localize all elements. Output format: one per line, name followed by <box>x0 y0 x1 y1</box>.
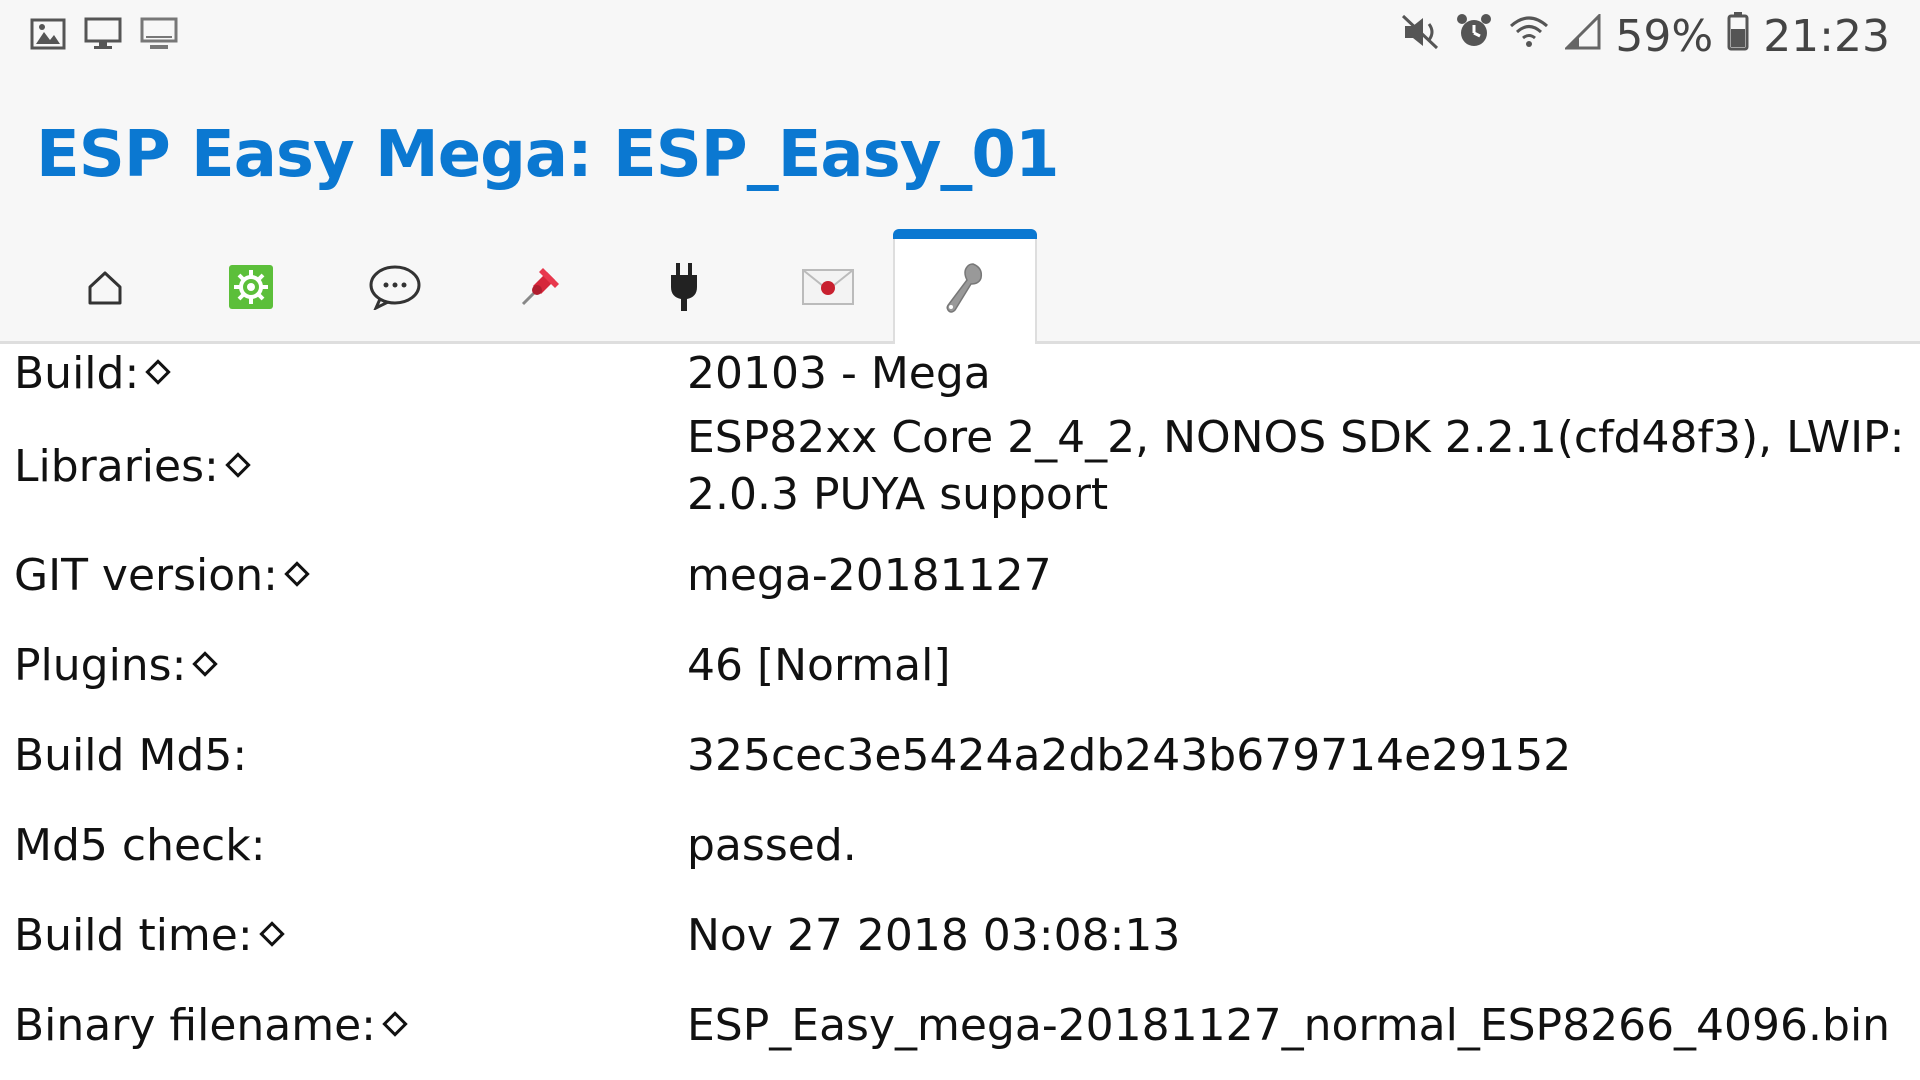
info-label: Md5 check: <box>14 819 266 871</box>
diamond-icon <box>284 560 310 587</box>
monitor-icon <box>84 17 122 56</box>
info-value: 325cec3e5424a2db243b679714e29152 <box>687 729 1572 781</box>
config-gear-icon <box>228 264 274 315</box>
image-icon <box>30 18 66 55</box>
tab-config[interactable] <box>181 237 321 341</box>
info-label: Libraries: <box>14 441 687 492</box>
info-value: ESP_Easy_mega-20181127_normal_ESP8266_40… <box>687 999 1891 1051</box>
home-icon <box>86 268 124 311</box>
diamond-icon <box>192 650 219 677</box>
battery-percent: 59% <box>1615 10 1714 62</box>
info-value: Nov 27 2018 03:08:13 <box>687 909 1181 961</box>
diamond-icon <box>258 920 285 947</box>
desktop-icon <box>140 17 178 56</box>
wifi-icon <box>1507 11 1551 61</box>
alarm-icon <box>1455 11 1493 61</box>
envelope-icon <box>801 268 855 311</box>
diamond-icon <box>145 358 172 385</box>
wrench-icon <box>945 262 985 319</box>
info-row-libraries: Libraries: ESP82xx Core 2_4_2, NONOS SDK… <box>14 402 1920 530</box>
info-row-binary-filename: Binary filename: ESP_Easy_mega-20181127_… <box>14 980 1920 1070</box>
info-label: Binary filename: <box>14 1000 687 1051</box>
status-bar-left <box>30 17 178 56</box>
tab-devices[interactable] <box>614 237 754 341</box>
info-value: passed. <box>687 819 857 871</box>
info-label: Plugins: <box>14 640 687 691</box>
diamond-icon <box>382 1010 408 1037</box>
plug-icon <box>667 261 701 318</box>
info-row-plugins: Plugins: 46 [Normal] <box>14 620 1920 710</box>
status-bar: 59% 21:23 <box>0 0 1920 72</box>
info-row-build: Build: 20103 - Mega <box>14 344 1920 402</box>
signal-icon <box>1563 11 1601 61</box>
page-header: ESP Easy Mega: ESP_Easy_01 <box>0 72 1920 237</box>
info-value: ESP82xx Core 2_4_2, NONOS SDK 2.2.1(cfd4… <box>687 412 1905 520</box>
info-value: 46 [Normal] <box>687 639 951 691</box>
info-label: GIT version: <box>14 550 687 601</box>
tab-bar <box>0 229 1920 344</box>
info-row-md5-check: Md5 check: passed. <box>14 800 1920 890</box>
info-value: 20103 - Mega <box>687 347 991 399</box>
battery-icon <box>1727 11 1749 62</box>
tab-main[interactable] <box>35 237 175 341</box>
tab-controllers[interactable] <box>325 237 465 341</box>
info-label: Build: <box>14 348 687 399</box>
chat-icon <box>368 264 422 315</box>
diamond-icon <box>225 451 251 478</box>
status-bar-right: 59% 21:23 <box>1401 11 1890 62</box>
info-value: mega-20181127 <box>687 549 1052 601</box>
clock-time: 21:23 <box>1763 10 1890 62</box>
info-row-build-time: Build time: Nov 27 2018 03:08:13 <box>14 890 1920 980</box>
pushpin-icon <box>517 264 563 315</box>
tab-tools[interactable] <box>893 229 1037 344</box>
info-label: Build Md5: <box>14 729 248 781</box>
info-row-git-version: GIT version: mega-20181127 <box>14 530 1920 620</box>
info-label: Build time: <box>14 910 687 961</box>
mute-icon <box>1401 11 1441 61</box>
tab-hardware[interactable] <box>470 237 610 341</box>
page-title[interactable]: ESP Easy Mega: ESP_Easy_01 <box>36 118 1059 192</box>
info-row-build-md5: Build Md5: 325cec3e5424a2db243b679714e29… <box>14 710 1920 800</box>
tab-notifications[interactable] <box>758 237 898 341</box>
info-table: Build: 20103 - Mega Libraries: ESP82xx C… <box>0 344 1920 1070</box>
